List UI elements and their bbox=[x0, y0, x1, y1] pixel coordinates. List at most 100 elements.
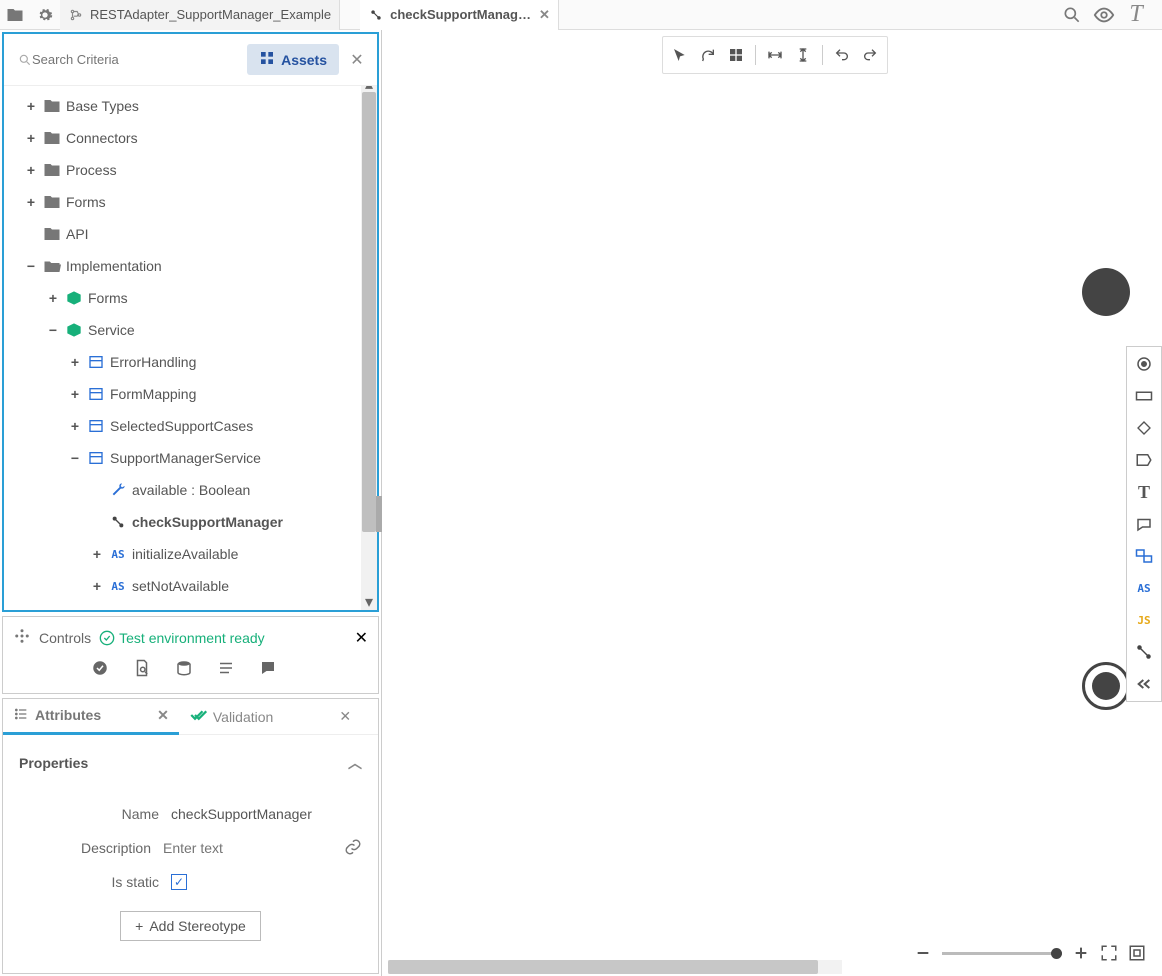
zoom-out-button[interactable] bbox=[914, 944, 932, 962]
expand-icon[interactable]: + bbox=[64, 386, 86, 402]
database-icon[interactable] bbox=[175, 659, 193, 682]
shield-check-icon[interactable] bbox=[91, 659, 109, 682]
close-icon[interactable]: ✕ bbox=[339, 708, 351, 725]
expand-icon[interactable]: + bbox=[20, 194, 42, 210]
initial-node[interactable] bbox=[1082, 268, 1130, 316]
attributes-panel: Attributes ✕ Validation ✕ Properties ︿ N… bbox=[2, 698, 379, 974]
signal-tool-icon[interactable] bbox=[1133, 449, 1155, 471]
expand-icon[interactable]: + bbox=[20, 162, 42, 178]
js-tool-icon[interactable]: JS bbox=[1133, 609, 1155, 631]
chevron-up-icon[interactable]: ︿ bbox=[348, 753, 362, 773]
eye-icon-button[interactable] bbox=[1088, 0, 1120, 30]
diagram-editor[interactable]: T AS JS bbox=[382, 30, 1162, 976]
collapse-palette-icon[interactable] bbox=[1133, 673, 1155, 695]
fit-icon[interactable] bbox=[1128, 944, 1146, 962]
tree-item-connectors[interactable]: + Connectors bbox=[4, 122, 377, 154]
tree-item-service[interactable]: − Service bbox=[4, 314, 377, 346]
name-value[interactable]: checkSupportManager bbox=[171, 806, 312, 822]
scroll-up-icon[interactable]: ▴ bbox=[363, 86, 375, 90]
close-icon[interactable]: ✕ bbox=[345, 48, 369, 72]
add-stereotype-button[interactable]: + Add Stereotype bbox=[120, 911, 261, 941]
expand-icon[interactable]: + bbox=[20, 98, 42, 114]
zoom-slider[interactable] bbox=[942, 952, 1062, 955]
redo-icon[interactable] bbox=[859, 44, 881, 66]
close-icon[interactable]: ✕ bbox=[157, 707, 169, 724]
tree-item-errorhandling[interactable]: + ErrorHandling bbox=[4, 346, 377, 378]
tree-item-api[interactable]: API bbox=[4, 218, 377, 250]
description-input[interactable] bbox=[163, 840, 344, 856]
scroll-thumb[interactable] bbox=[388, 960, 818, 974]
scroll-down-icon[interactable]: ▾ bbox=[363, 596, 375, 608]
tree-item-checksupportmanager[interactable]: checkSupportManager bbox=[4, 506, 377, 538]
tree-item-setreturn[interactable]: + AS setReturn bbox=[4, 602, 377, 610]
tree-item-selectedsupportcases[interactable]: + SelectedSupportCases bbox=[4, 410, 377, 442]
description-label: Description bbox=[19, 840, 163, 856]
tree-item-impl-forms[interactable]: + Forms bbox=[4, 282, 377, 314]
zoom-slider-thumb[interactable] bbox=[1051, 948, 1062, 959]
tab-diagram[interactable]: checkSupportManag… ✕ bbox=[360, 0, 559, 30]
scroll-thumb[interactable] bbox=[362, 92, 376, 532]
collapse-icon[interactable]: − bbox=[64, 450, 86, 466]
tree-item-supportmanagerservice[interactable]: − SupportManagerService bbox=[4, 442, 377, 474]
controls-panel: Controls Test environment ready ✕ bbox=[2, 616, 379, 694]
is-static-label: Is static bbox=[19, 874, 171, 890]
tab-label: RESTAdapter_SupportManager_Example bbox=[90, 7, 331, 22]
as-tool-icon[interactable]: AS bbox=[1133, 577, 1155, 599]
initial-node-tool-icon[interactable] bbox=[1133, 353, 1155, 375]
text-tool-icon[interactable]: T bbox=[1133, 481, 1155, 503]
as-badge-icon: AS bbox=[108, 580, 128, 593]
tree-item-base-types[interactable]: + Base Types bbox=[4, 90, 377, 122]
folder-icon-button[interactable] bbox=[0, 0, 30, 30]
tree-item-implementation[interactable]: − Implementation bbox=[4, 250, 377, 282]
tree-item-initializeavailable[interactable]: + AS initializeAvailable bbox=[4, 538, 377, 570]
expand-icon[interactable]: + bbox=[42, 290, 64, 306]
refresh-icon[interactable] bbox=[697, 44, 719, 66]
collapse-icon[interactable]: − bbox=[20, 258, 42, 274]
note-tool-icon[interactable] bbox=[1133, 513, 1155, 535]
search-input[interactable] bbox=[32, 52, 235, 67]
fit-height-icon[interactable] bbox=[792, 44, 814, 66]
tab-validation[interactable]: Validation ✕ bbox=[179, 699, 361, 735]
list-icon[interactable] bbox=[217, 659, 235, 682]
comment-icon[interactable] bbox=[259, 659, 277, 682]
check-circle-icon bbox=[99, 630, 115, 646]
cursor-icon[interactable] bbox=[669, 44, 691, 66]
text-t-icon-button[interactable]: T bbox=[1120, 0, 1152, 30]
close-icon[interactable]: ✕ bbox=[355, 628, 368, 648]
search-icon-button[interactable] bbox=[1056, 0, 1088, 30]
action-tool-icon[interactable] bbox=[1133, 385, 1155, 407]
tree-item-forms[interactable]: + Forms bbox=[4, 186, 377, 218]
expand-icon[interactable]: + bbox=[86, 546, 108, 562]
name-label: Name bbox=[19, 806, 171, 822]
grid-icon[interactable] bbox=[725, 44, 747, 66]
is-static-checkbox[interactable]: ✓ bbox=[171, 874, 187, 890]
zoom-in-button[interactable] bbox=[1072, 944, 1090, 962]
tab-model-file[interactable]: RESTAdapter_SupportManager_Example bbox=[60, 0, 340, 30]
close-icon[interactable]: ✕ bbox=[539, 7, 550, 23]
tree-item-setnotavailable[interactable]: + AS setNotAvailable bbox=[4, 570, 377, 602]
decision-tool-icon[interactable] bbox=[1133, 417, 1155, 439]
tree-item-process[interactable]: + Process bbox=[4, 154, 377, 186]
expand-icon[interactable]: + bbox=[64, 418, 86, 434]
link-icon[interactable] bbox=[344, 838, 362, 859]
canvas[interactable] bbox=[382, 30, 1162, 976]
plus-icon: + bbox=[135, 918, 143, 934]
undo-icon[interactable] bbox=[831, 44, 853, 66]
tab-attributes[interactable]: Attributes ✕ bbox=[3, 699, 179, 735]
file-search-icon[interactable] bbox=[133, 659, 151, 682]
transition-tool-icon[interactable] bbox=[1133, 641, 1155, 663]
assets-filter-button[interactable]: Assets bbox=[247, 44, 339, 75]
fullscreen-icon[interactable] bbox=[1100, 944, 1118, 962]
embed-tool-icon[interactable] bbox=[1133, 545, 1155, 567]
editor-scrollbar-horizontal[interactable] bbox=[388, 960, 842, 974]
tree-scrollbar[interactable]: ▴ ▾ bbox=[361, 86, 377, 610]
final-node[interactable] bbox=[1082, 662, 1130, 710]
gear-icon-button[interactable] bbox=[30, 0, 60, 30]
fit-width-icon[interactable] bbox=[764, 44, 786, 66]
expand-icon[interactable]: + bbox=[86, 578, 108, 594]
tree-item-available[interactable]: available : Boolean bbox=[4, 474, 377, 506]
expand-icon[interactable]: + bbox=[20, 130, 42, 146]
tree-item-formmapping[interactable]: + FormMapping bbox=[4, 378, 377, 410]
collapse-icon[interactable]: − bbox=[42, 322, 64, 338]
expand-icon[interactable]: + bbox=[64, 354, 86, 370]
